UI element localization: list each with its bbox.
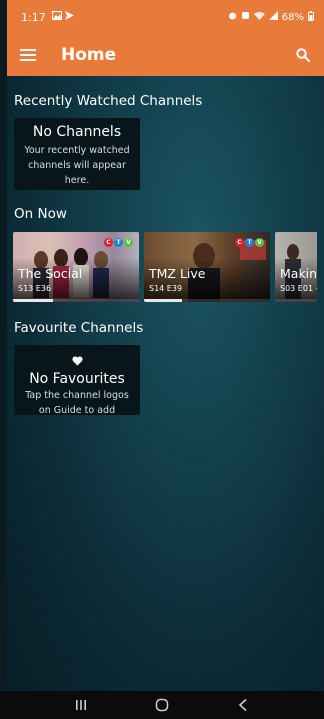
alarm-icon bbox=[228, 11, 237, 23]
home-button[interactable] bbox=[142, 694, 182, 716]
signal-icon bbox=[268, 11, 278, 23]
recent-apps-button[interactable] bbox=[61, 694, 101, 716]
recently-watched-empty-desc: Your recently watched channels will appe… bbox=[24, 145, 130, 186]
status-icons: 68% bbox=[228, 10, 314, 24]
status-bar: 1:17 68% bbox=[7, 0, 324, 34]
gallery-notification-icon bbox=[51, 10, 62, 23]
wifi-icon bbox=[253, 11, 265, 23]
ctv-logo: CTV bbox=[235, 238, 264, 247]
show-title: TMZ Live bbox=[149, 266, 206, 281]
send-notification-icon bbox=[64, 11, 74, 23]
recently-watched-heading: Recently Watched Channels bbox=[14, 93, 203, 109]
show-episode: S13 E36 bbox=[18, 284, 52, 293]
on-now-heading: On Now bbox=[14, 206, 67, 222]
battery-icon bbox=[308, 10, 314, 24]
battery-percent: 68% bbox=[281, 11, 304, 23]
show-episode: S03 E01 - bbox=[280, 284, 317, 293]
on-now-row: CTV The Social S13 E36 CTV TMZ Live S14 … bbox=[6, 232, 317, 302]
show-title: The Social bbox=[18, 266, 83, 281]
back-button[interactable] bbox=[223, 694, 263, 716]
ctv-logo: CTV bbox=[104, 238, 133, 247]
hamburger-menu-icon[interactable] bbox=[17, 44, 39, 66]
app-bar: Home bbox=[7, 34, 324, 76]
show-progress-track bbox=[144, 299, 270, 302]
status-time: 1:17 bbox=[21, 10, 46, 24]
phone-frame: 1:17 68% Home Recently Watched Channels … bbox=[0, 0, 324, 719]
favourites-empty-title: No Favourites bbox=[29, 371, 125, 387]
page-title: Home bbox=[61, 45, 117, 65]
heart-icon bbox=[71, 351, 83, 370]
show-progress-track bbox=[275, 299, 317, 302]
show-progress-track bbox=[13, 299, 139, 302]
show-episode: S14 E39 bbox=[149, 284, 183, 293]
recently-watched-empty-card: No Channels Your recently watched channe… bbox=[14, 118, 140, 190]
show-progress-fill bbox=[13, 299, 54, 302]
on-now-card[interactable]: CTV The Social S13 E36 bbox=[13, 232, 139, 302]
search-icon[interactable] bbox=[292, 44, 314, 66]
show-progress-fill bbox=[144, 299, 182, 302]
on-now-card[interactable]: CTV TMZ Live S14 E39 bbox=[144, 232, 270, 302]
system-nav-bar bbox=[0, 691, 324, 719]
mute-icon bbox=[241, 11, 250, 23]
show-title: Making bbox=[280, 266, 317, 281]
favourites-empty-desc: Tap the channel logos on Guide to add bbox=[25, 390, 129, 415]
on-now-card[interactable]: Making S03 E01 - bbox=[275, 232, 317, 302]
favourites-heading: Favourite Channels bbox=[14, 320, 144, 336]
favourites-empty-card: No Favourites Tap the channel logos on G… bbox=[14, 345, 140, 415]
recently-watched-empty-title: No Channels bbox=[32, 124, 122, 140]
